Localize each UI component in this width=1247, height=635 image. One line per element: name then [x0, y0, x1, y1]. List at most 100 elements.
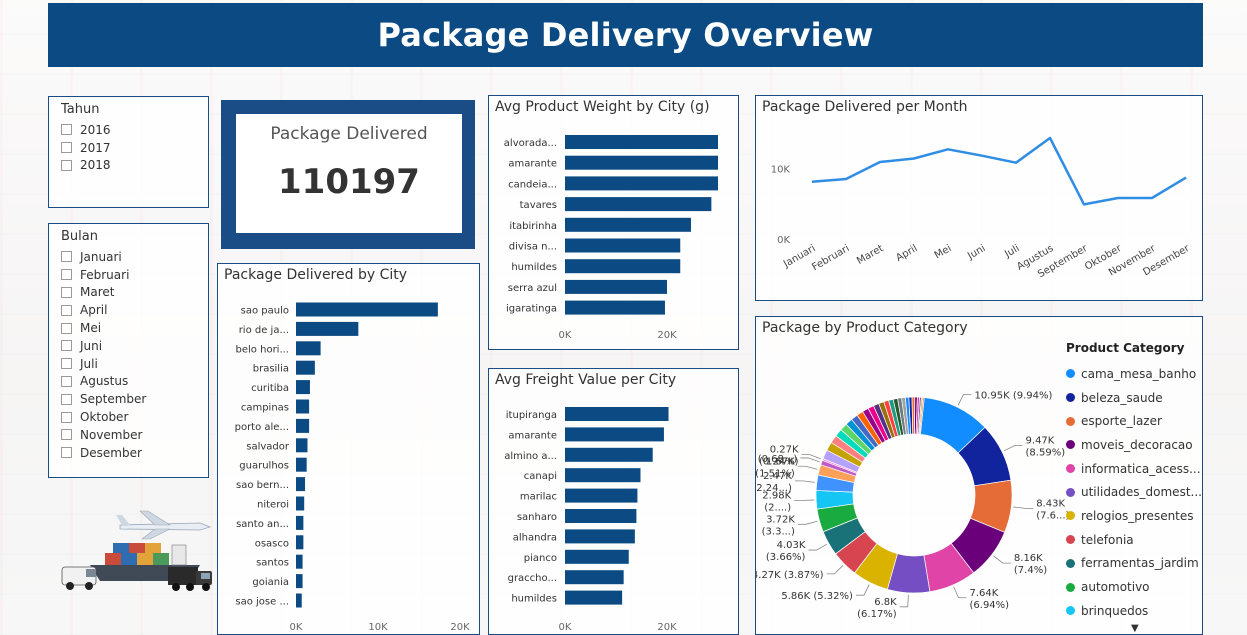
bar[interactable] — [296, 302, 438, 317]
checkbox[interactable] — [61, 447, 72, 459]
category-label: alhandra — [513, 532, 557, 543]
bar[interactable] — [565, 509, 637, 523]
bar[interactable] — [565, 217, 691, 232]
month-option[interactable]: Oktober — [61, 408, 146, 426]
legend-item[interactable]: automotivo — [1066, 575, 1202, 599]
year-option[interactable]: 2017 — [61, 139, 111, 157]
legend-scroll-down-icon[interactable]: ▼ — [1131, 623, 1139, 634]
weight-chart[interactable]: Avg Product Weight by City (g) alvorada.… — [488, 95, 739, 350]
legend-item[interactable]: cama_mesa_banho — [1066, 362, 1202, 386]
checkbox[interactable] — [61, 411, 72, 423]
month-option[interactable]: Januari — [61, 248, 146, 266]
bar[interactable] — [565, 300, 665, 315]
checkbox[interactable] — [61, 322, 72, 334]
legend-item[interactable]: esporte_lazer — [1066, 409, 1202, 433]
bar[interactable] — [565, 488, 638, 503]
checkbox[interactable] — [61, 142, 72, 154]
month-option[interactable]: Desember — [61, 444, 146, 462]
legend-item[interactable]: informatica_acess... — [1066, 457, 1202, 481]
checkbox[interactable] — [61, 340, 72, 352]
data-label: 4.27K (3.87%) — [756, 570, 824, 581]
label-leader-line — [953, 586, 967, 599]
bar[interactable] — [296, 380, 310, 395]
bar[interactable] — [565, 176, 718, 191]
monthly-chart[interactable]: Package Delivered per Month 0K 10K Januari… — [755, 95, 1203, 301]
bar[interactable] — [565, 238, 681, 253]
bar[interactable] — [296, 535, 304, 550]
bar[interactable] — [565, 570, 624, 585]
legend-item[interactable]: moveis_decoracao — [1066, 433, 1202, 457]
bar[interactable] — [296, 457, 307, 472]
category-chart[interactable]: Package by Product Category 10.95K (9.94… — [755, 316, 1203, 635]
checkbox[interactable] — [61, 358, 72, 370]
bar[interactable] — [565, 135, 718, 149]
checkbox[interactable] — [61, 159, 72, 171]
bar[interactable] — [296, 341, 321, 356]
legend-item[interactable]: beleza_saude — [1066, 386, 1202, 410]
bar[interactable] — [296, 477, 306, 492]
bar[interactable] — [296, 360, 315, 375]
bar[interactable] — [296, 515, 304, 530]
bar[interactable] — [296, 438, 308, 453]
month-option[interactable]: Juli — [61, 355, 146, 373]
checkbox[interactable] — [61, 393, 72, 405]
bar[interactable] — [565, 155, 718, 170]
month-option[interactable]: Juni — [61, 337, 146, 355]
checkbox[interactable] — [61, 124, 72, 136]
year-option[interactable]: 2016 — [61, 121, 111, 139]
city-delivery-chart[interactable]: Package Delivered by City sao paulo rio d… — [217, 263, 480, 635]
checkbox[interactable] — [61, 286, 72, 298]
month-option-label: Mei — [80, 321, 102, 336]
bar[interactable] — [296, 496, 305, 511]
checkbox[interactable] — [61, 251, 72, 263]
checkbox[interactable] — [61, 429, 72, 441]
freight-chart-plot: itupiranga amarante almino a... canapi maril… — [504, 407, 677, 633]
category-label: santos — [256, 558, 289, 569]
legend-item[interactable]: relogios_presentes — [1066, 504, 1202, 528]
legend-item[interactable]: ferramentas_jardim — [1066, 552, 1202, 576]
bar[interactable] — [565, 549, 629, 564]
bar[interactable] — [565, 447, 653, 462]
month-option[interactable]: Februari — [61, 266, 146, 284]
bar[interactable] — [296, 418, 310, 433]
bar[interactable] — [565, 427, 664, 442]
checkbox[interactable] — [61, 269, 72, 281]
bar[interactable] — [565, 529, 635, 544]
bar[interactable] — [565, 259, 681, 274]
checkbox[interactable] — [61, 304, 72, 316]
legend-label: automotivo — [1081, 580, 1150, 595]
legend-item[interactable]: utilidades_domest... — [1066, 480, 1202, 504]
category-label: itabirinha — [509, 221, 557, 232]
year-option[interactable]: 2018 — [61, 157, 111, 175]
month-option[interactable]: September — [61, 390, 146, 408]
month-option[interactable]: Agustus — [61, 373, 146, 391]
category-label: santo an... — [236, 519, 289, 530]
bar[interactable] — [296, 321, 359, 336]
bar[interactable] — [565, 590, 623, 605]
label-leader-line — [797, 465, 818, 470]
bar[interactable] — [565, 197, 712, 212]
bar[interactable] — [565, 468, 641, 483]
category-label: divisa n... — [509, 242, 557, 253]
checkbox[interactable] — [61, 375, 72, 387]
series-line[interactable] — [811, 136, 1187, 206]
legend-swatch — [1066, 369, 1075, 379]
bar[interactable] — [296, 593, 302, 608]
freight-chart[interactable]: Avg Freight Value per City itupiranga ama… — [488, 368, 739, 635]
legend-item[interactable]: telefonia — [1066, 528, 1202, 552]
month-option[interactable]: April — [61, 301, 146, 319]
legend-item[interactable]: brinquedos — [1066, 599, 1202, 623]
x-axis-label: Februari — [810, 243, 851, 273]
year-slicer-list: 2016 2017 2018 — [61, 121, 111, 174]
kpi-card[interactable]: Package Delivered 110197 — [236, 114, 462, 233]
month-option[interactable]: Mei — [61, 319, 146, 337]
month-option[interactable]: Maret — [61, 284, 146, 302]
bar[interactable] — [296, 574, 303, 589]
monthly-chart-plot: 0K10KJanuariFebruari Maret April Mei Juni Jul… — [771, 136, 1192, 280]
category-label: graccho... — [508, 573, 557, 584]
bar[interactable] — [565, 407, 669, 421]
bar[interactable] — [296, 554, 303, 569]
bar[interactable] — [565, 279, 667, 294]
bar[interactable] — [296, 399, 310, 414]
month-option[interactable]: November — [61, 426, 146, 444]
